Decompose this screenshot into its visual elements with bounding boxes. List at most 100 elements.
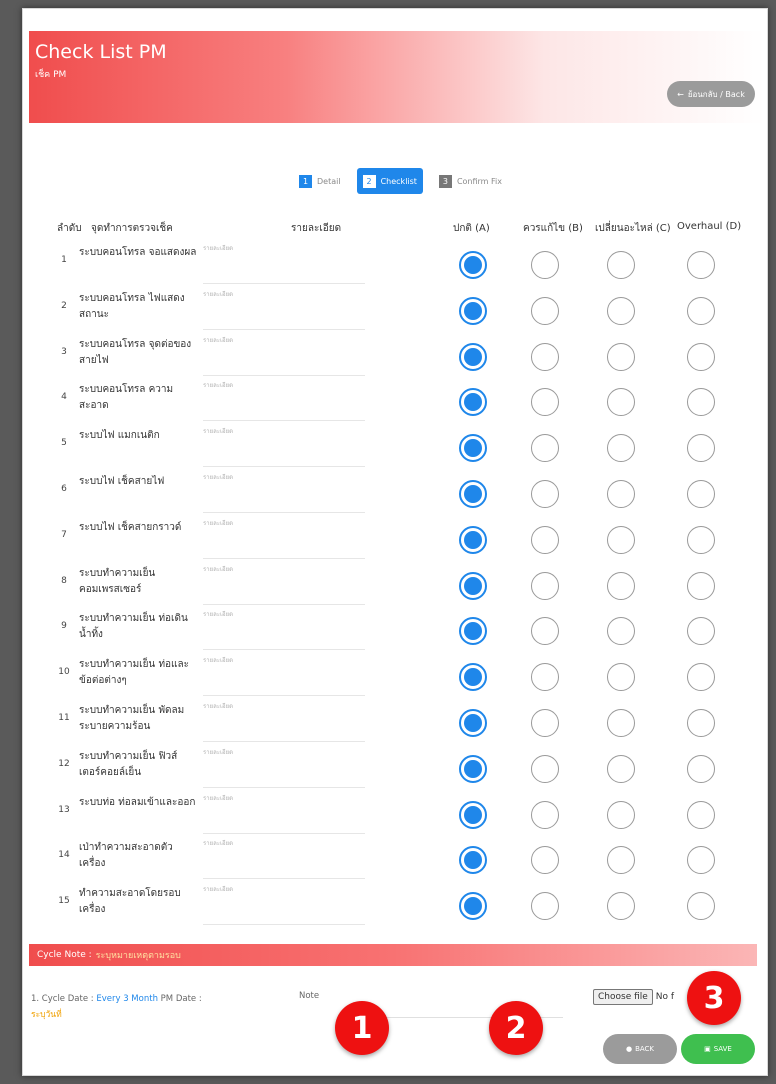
radio-d[interactable] [687, 251, 715, 279]
radio-b[interactable] [531, 526, 559, 554]
page-subtitle: เช็ค PM [35, 70, 67, 80]
radio-b[interactable] [531, 801, 559, 829]
radio-a[interactable] [459, 755, 487, 783]
radio-c[interactable] [607, 526, 635, 554]
radio-a[interactable] [459, 572, 487, 600]
detail-input[interactable]: รายละเอียด [203, 516, 365, 559]
radio-b[interactable] [531, 480, 559, 508]
row-number: 7 [61, 530, 67, 540]
radio-d[interactable] [687, 709, 715, 737]
header-back-button[interactable]: ← ย้อนกลับ / Back [667, 81, 755, 107]
radio-a[interactable] [459, 480, 487, 508]
radio-c[interactable] [607, 297, 635, 325]
radio-d[interactable] [687, 297, 715, 325]
cycle-note-label: Cycle Note : [37, 950, 92, 960]
radio-b[interactable] [531, 434, 559, 462]
step-detail[interactable]: 1 Detail [293, 168, 347, 194]
save-button[interactable]: ▣ SAVE [681, 1034, 755, 1064]
detail-input[interactable]: รายละเอียด [203, 699, 365, 742]
radio-c[interactable] [607, 755, 635, 783]
radio-b[interactable] [531, 663, 559, 691]
radio-a[interactable] [459, 388, 487, 416]
detail-input[interactable]: รายละเอียด [203, 241, 365, 284]
detail-input[interactable]: รายละเอียด [203, 333, 365, 376]
cycle-note-hint: ระบุหมายเหตุตามรอบ [95, 951, 181, 961]
radio-a[interactable] [459, 434, 487, 462]
radio-d[interactable] [687, 572, 715, 600]
radio-b[interactable] [531, 617, 559, 645]
annotation-marker-1: 1 [335, 1001, 389, 1055]
radio-d[interactable] [687, 755, 715, 783]
column-header-b: ควรแก้ไข (B) [523, 223, 583, 234]
radio-d[interactable] [687, 343, 715, 371]
pm-date-value[interactable]: ระบุวันที่ [31, 1010, 62, 1020]
row-number: 1 [61, 255, 67, 265]
detail-input[interactable]: รายละเอียด [203, 287, 365, 330]
radio-c[interactable] [607, 663, 635, 691]
save-label: SAVE [713, 1045, 732, 1053]
detail-input[interactable]: รายละเอียด [203, 470, 365, 513]
radio-d[interactable] [687, 892, 715, 920]
back-button[interactable]: ● BACK [603, 1034, 677, 1064]
radio-c[interactable] [607, 572, 635, 600]
radio-b[interactable] [531, 297, 559, 325]
radio-c[interactable] [607, 892, 635, 920]
table-row: 10 ระบบทำความเย็น ท่อและข้อต่อต่างๆ รายละเ… [53, 653, 763, 701]
radio-d[interactable] [687, 846, 715, 874]
radio-b[interactable] [531, 388, 559, 416]
detail-input[interactable]: รายละเอียด [203, 378, 365, 421]
radio-d[interactable] [687, 663, 715, 691]
radio-a[interactable] [459, 617, 487, 645]
radio-a[interactable] [459, 343, 487, 371]
radio-b[interactable] [531, 251, 559, 279]
radio-a[interactable] [459, 663, 487, 691]
radio-c[interactable] [607, 846, 635, 874]
radio-d[interactable] [687, 388, 715, 416]
detail-input[interactable]: รายละเอียด [203, 745, 365, 788]
column-header-point: จุดทำการตรวจเช็ค [91, 223, 173, 234]
radio-c[interactable] [607, 434, 635, 462]
detail-input[interactable]: รายละเอียด [203, 791, 365, 834]
check-point-label: ระบบทำความเย็น พัดลมระบายความร้อน [79, 705, 185, 732]
radio-c[interactable] [607, 343, 635, 371]
radio-d[interactable] [687, 526, 715, 554]
detail-input[interactable]: รายละเอียด [203, 607, 365, 650]
radio-a[interactable] [459, 251, 487, 279]
check-point-label: ระบบไฟ แมกเนติก [79, 430, 160, 441]
radio-c[interactable] [607, 251, 635, 279]
detail-input[interactable]: รายละเอียด [203, 653, 365, 696]
step-confirm[interactable]: 3 Confirm Fix [433, 168, 508, 194]
radio-c[interactable] [607, 617, 635, 645]
radio-b[interactable] [531, 572, 559, 600]
radio-a[interactable] [459, 709, 487, 737]
wizard-steps: 1 Detail 2 Checklist 3 Confirm Fix [293, 168, 508, 194]
table-row: 2 ระบบคอนโทรล ไฟแสดงสถานะ รายละเอียด [53, 287, 763, 335]
check-point-label: ระบบคอนโทรล ความสะอาด [79, 384, 174, 411]
detail-input[interactable]: รายละเอียด [203, 836, 365, 879]
radio-a[interactable] [459, 297, 487, 325]
detail-input[interactable]: รายละเอียด [203, 562, 365, 605]
detail-input[interactable]: รายละเอียด [203, 424, 365, 467]
radio-b[interactable] [531, 846, 559, 874]
radio-b[interactable] [531, 343, 559, 371]
radio-a[interactable] [459, 846, 487, 874]
radio-b[interactable] [531, 755, 559, 783]
radio-b[interactable] [531, 709, 559, 737]
radio-d[interactable] [687, 434, 715, 462]
detail-input[interactable]: รายละเอียด [203, 882, 365, 925]
radio-a[interactable] [459, 526, 487, 554]
radio-d[interactable] [687, 617, 715, 645]
radio-d[interactable] [687, 480, 715, 508]
table-row: 11 ระบบทำความเย็น พัดลมระบายความร้อน รายละ… [53, 699, 763, 747]
radio-c[interactable] [607, 709, 635, 737]
table-row: 7 ระบบไฟ เช็คสายกราวด์ รายละเอียด [53, 516, 763, 564]
radio-a[interactable] [459, 801, 487, 829]
radio-a[interactable] [459, 892, 487, 920]
radio-c[interactable] [607, 480, 635, 508]
choose-file-button[interactable]: Choose file [593, 989, 653, 1005]
step-checklist[interactable]: 2 Checklist [356, 168, 423, 194]
radio-c[interactable] [607, 388, 635, 416]
radio-c[interactable] [607, 801, 635, 829]
radio-b[interactable] [531, 892, 559, 920]
radio-d[interactable] [687, 801, 715, 829]
